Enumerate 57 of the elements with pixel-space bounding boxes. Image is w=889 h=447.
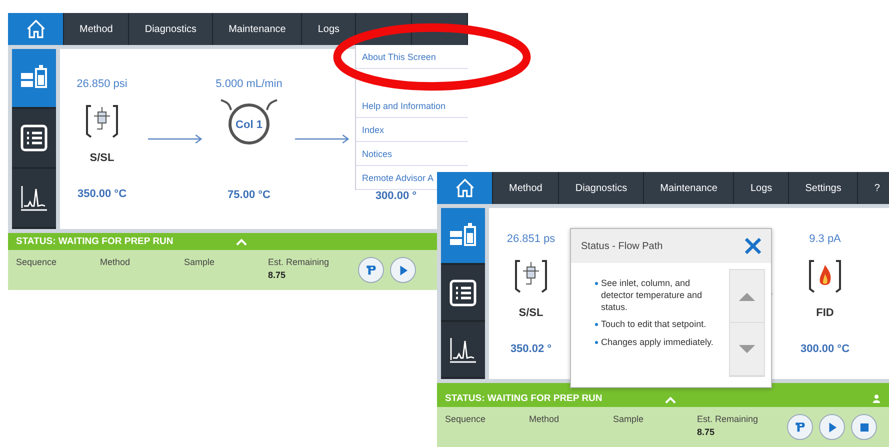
node-label: S/SL xyxy=(518,306,544,318)
close-icon xyxy=(743,236,763,256)
temperature-reading[interactable]: 300.00 ° xyxy=(375,190,417,202)
temperature-reading[interactable]: 350.02 ° xyxy=(510,342,552,354)
field-label: Sequence xyxy=(445,414,487,424)
help-bullet-text: Changes apply immediately. xyxy=(601,336,714,348)
list-icon xyxy=(448,278,478,308)
side-nav-button[interactable] xyxy=(441,208,485,265)
prep-run-icon xyxy=(794,420,806,434)
triangle-up-icon xyxy=(738,292,756,300)
chromatogram-icon xyxy=(19,183,49,213)
temperature-reading[interactable]: 300.00 °C xyxy=(800,342,850,354)
flame-detector-icon[interactable] xyxy=(808,258,842,292)
field-label: Method xyxy=(100,257,132,267)
flow-reading[interactable]: 9.3 pA xyxy=(809,232,841,244)
node-label: FID xyxy=(816,306,834,318)
prep-run-icon xyxy=(364,264,378,276)
triangle-down-icon xyxy=(738,344,756,354)
prep-button[interactable] xyxy=(358,257,384,283)
status-text: STATUS: WAITING FOR PREP RUN xyxy=(16,236,174,247)
chevron-up-icon[interactable] xyxy=(236,238,247,246)
help-bullet-text: Touch to edit that setpoint. xyxy=(601,318,706,331)
field-label: Sample xyxy=(613,414,645,424)
field-label: Method xyxy=(529,414,560,424)
field-label: Sample xyxy=(184,257,216,267)
stop-button[interactable] xyxy=(851,414,877,440)
stop-icon xyxy=(858,420,870,434)
field-value: 8.75 xyxy=(268,270,287,280)
help-bullet-text: See inlet, column, and detector temperature and status. xyxy=(601,277,704,314)
flow-arrow xyxy=(148,134,203,144)
node-label: S/SL xyxy=(90,152,114,164)
flow-arrow xyxy=(295,134,350,144)
temperature-reading[interactable]: 75.00 °C xyxy=(228,188,270,200)
home-icon xyxy=(454,177,476,199)
field-label: Est. Remaining xyxy=(697,414,760,424)
prep-button[interactable] xyxy=(787,414,813,440)
play-button[interactable] xyxy=(819,414,845,440)
field-label: Est. Remaining xyxy=(268,257,330,267)
temperature-reading[interactable]: 350.00 °C xyxy=(77,188,127,200)
user-icon[interactable] xyxy=(872,394,881,403)
popup-title: Status - Flow Path xyxy=(581,240,663,252)
home-tab[interactable] xyxy=(8,13,64,45)
field-value: 8.75 xyxy=(697,427,716,437)
play-button[interactable] xyxy=(390,257,416,283)
status-text: STATUS: WAITING FOR PREP RUN xyxy=(445,393,604,404)
side-nav-button[interactable] xyxy=(12,49,56,109)
list-icon xyxy=(19,123,49,153)
flow-reading[interactable]: 5.000 mL/min xyxy=(216,78,282,90)
home-tab[interactable] xyxy=(437,172,493,204)
flow-reading[interactable]: 26.850 psi xyxy=(76,78,128,90)
inlet-icon[interactable] xyxy=(85,104,119,138)
field-label: Sequence xyxy=(16,257,58,267)
chevron-up-icon[interactable] xyxy=(665,396,676,404)
close-button[interactable] xyxy=(743,236,763,256)
inlet-icon[interactable] xyxy=(514,258,548,292)
flow-reading[interactable]: 26.851 ps xyxy=(506,232,556,244)
home-icon xyxy=(24,18,46,40)
